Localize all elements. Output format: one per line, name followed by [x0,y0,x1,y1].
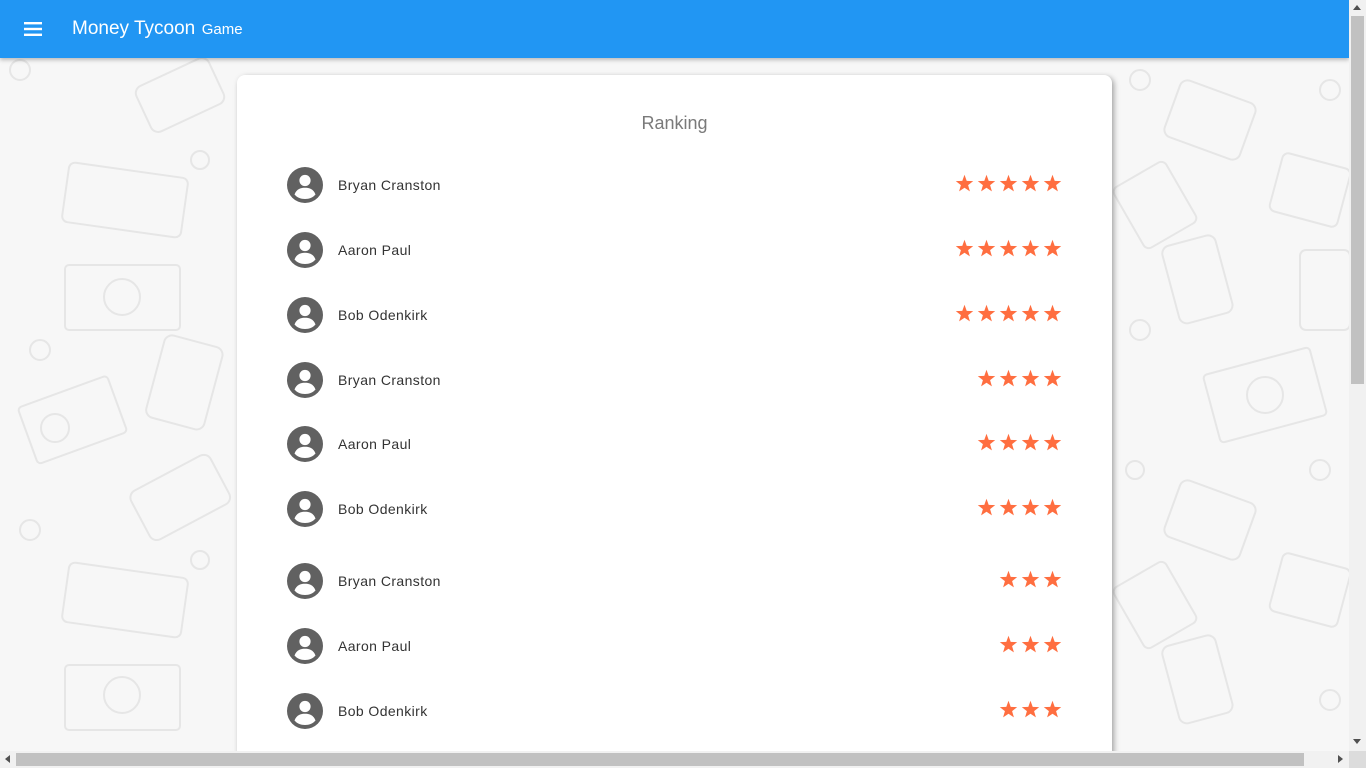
ranking-row: Aaron Paul [287,231,1062,271]
star-icon [999,174,1018,192]
star-icon [1021,700,1040,718]
star-icon [1043,239,1062,257]
star-icon [1043,700,1062,718]
star-icon [1043,174,1062,192]
app-title-sub: Game [201,21,243,38]
star-icon [1021,369,1040,387]
ranking-title: Ranking [641,113,708,133]
ranking-row: Bryan Cranston [287,166,1062,206]
ranking-row: Bob Odenkirk [287,692,1062,732]
account-circle-icon [287,426,323,462]
star-icon [977,174,996,192]
vertical-scroll-thumb[interactable] [1351,16,1364,384]
star-icon [1021,498,1040,516]
ranking-row: Bryan Cranston [287,361,1062,401]
ranking-row: Bryan Cranston [287,562,1062,602]
ranking-row: Bob Odenkirk [287,490,1062,530]
star-icon [1043,635,1062,653]
account-circle-icon [287,563,323,599]
star-icon [977,498,996,516]
app-bar: Money Tycoon Game [0,0,1349,58]
star-icon [1043,304,1062,322]
account-circle-icon [287,232,323,268]
player-name: Bryan Cranston [338,177,441,193]
star-rating [977,498,1062,520]
app-title-main: Money Tycoon [72,18,196,39]
star-icon [999,433,1018,451]
star-icon [1043,498,1062,516]
star-icon [999,498,1018,516]
star-rating [999,700,1062,722]
ranking-row: Aaron Paul [287,627,1062,667]
star-icon [1021,433,1040,451]
vertical-scrollbar[interactable] [1349,0,1366,751]
scroll-right-arrow-icon[interactable] [1338,755,1343,763]
horizontal-scrollbar[interactable] [0,751,1366,768]
star-icon [977,433,996,451]
ranking-card: Ranking Bryan Cranston Aaron Paul Bob Oden… [237,75,1112,768]
horizontal-scroll-thumb[interactable] [16,753,1304,766]
account-circle-icon [287,628,323,664]
scroll-left-arrow-icon[interactable] [5,755,10,763]
star-icon [955,239,974,257]
star-icon [999,570,1018,588]
star-icon [977,369,996,387]
star-rating [977,433,1062,455]
scroll-down-arrow-icon[interactable] [1353,739,1361,744]
player-name: Bryan Cranston [338,372,441,388]
player-name: Aaron Paul [338,242,412,258]
star-rating [977,369,1062,391]
star-icon [977,239,996,257]
ranking-row: Aaron Paul [287,425,1062,465]
ranking-row: Bob Odenkirk [287,296,1062,336]
star-rating [955,239,1062,261]
star-icon [955,174,974,192]
account-circle-icon [287,491,323,527]
star-icon [977,304,996,322]
account-circle-icon [287,693,323,729]
app-title: Money Tycoon Game [72,18,243,40]
scrollbar-corner [1349,751,1366,768]
star-rating [999,635,1062,657]
star-icon [999,304,1018,322]
star-icon [999,239,1018,257]
star-icon [999,635,1018,653]
star-icon [1043,433,1062,451]
player-name: Aaron Paul [338,436,412,452]
player-name: Aaron Paul [338,638,412,654]
star-icon [1021,570,1040,588]
star-icon [1043,570,1062,588]
account-circle-icon [287,297,323,333]
star-icon [999,700,1018,718]
star-icon [1021,635,1040,653]
account-circle-icon [287,167,323,203]
player-name: Bob Odenkirk [338,307,428,323]
menu-button[interactable] [18,14,48,44]
scroll-up-arrow-icon[interactable] [1353,5,1361,10]
star-icon [1021,304,1040,322]
star-rating [999,570,1062,592]
star-icon [1043,369,1062,387]
hamburger-menu-icon [24,22,42,36]
star-icon [1021,239,1040,257]
star-icon [955,304,974,322]
player-name: Bryan Cranston [338,573,441,589]
account-circle-icon [287,362,323,398]
player-name: Bob Odenkirk [338,501,428,517]
star-rating [955,304,1062,326]
star-rating [955,174,1062,196]
star-icon [1021,174,1040,192]
player-name: Bob Odenkirk [338,703,428,719]
star-icon [999,369,1018,387]
